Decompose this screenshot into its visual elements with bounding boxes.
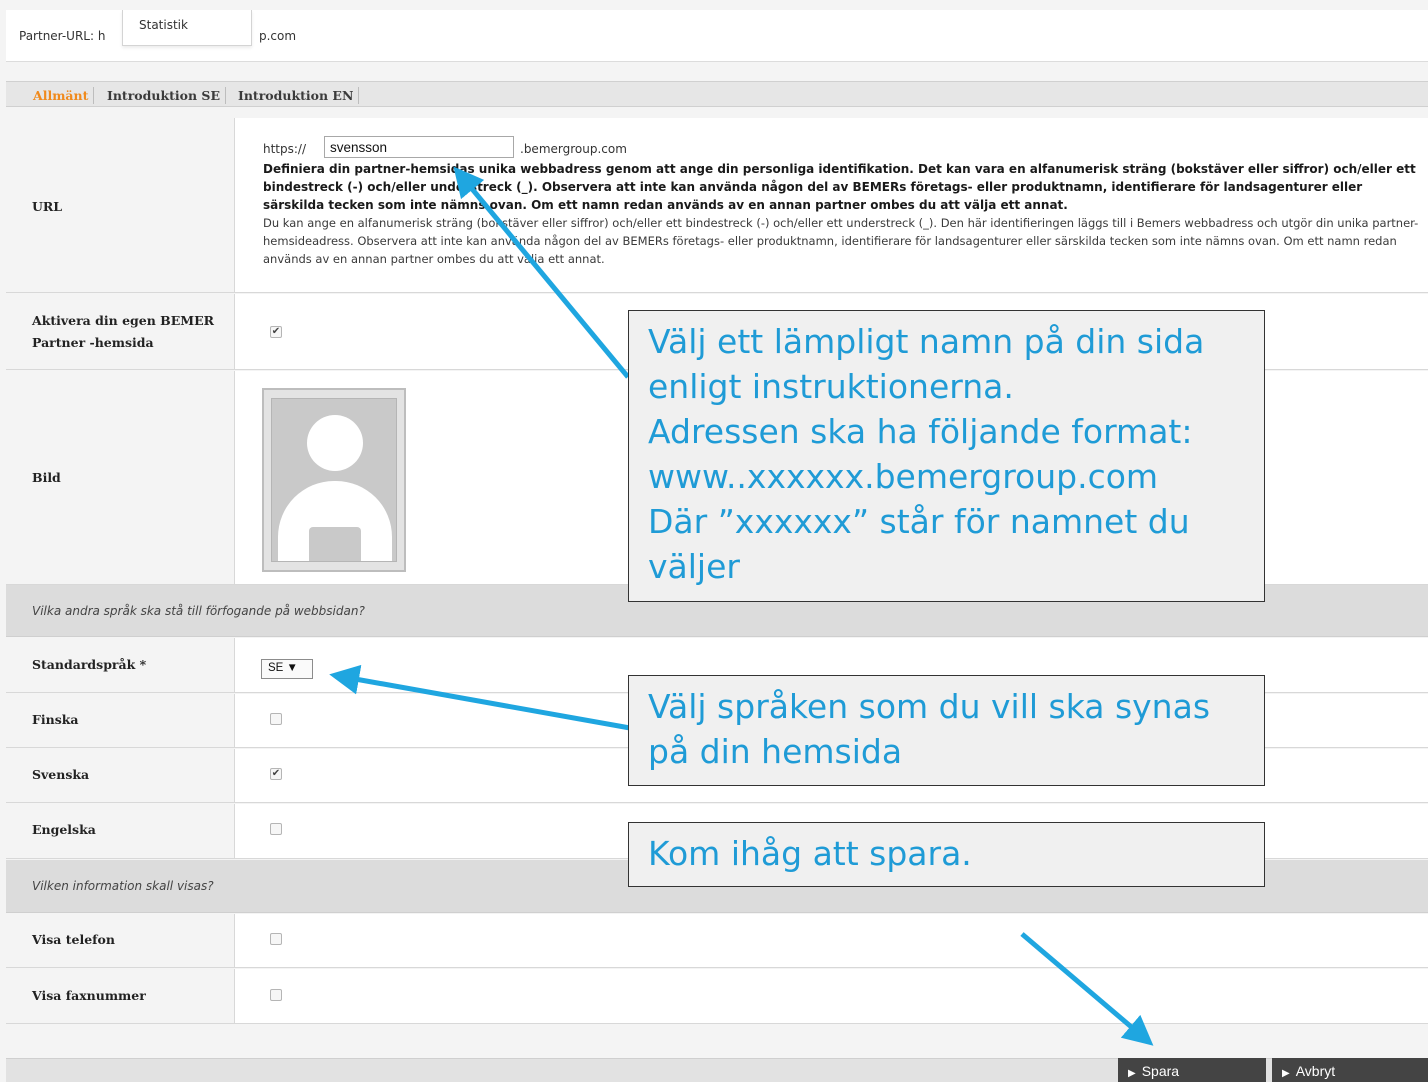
tab-introduktion-se[interactable]: Introduktion SE [102,87,226,104]
callout-url-instructions: Välj ett lämpligt namn på din sida enlig… [628,310,1265,602]
show-fax-row: Visa faxnummer [6,969,1428,1024]
show-phone-checkbox[interactable] [270,933,282,945]
save-button[interactable]: ▶ Spara [1118,1058,1266,1082]
partner-url: Partner-URL: h p.com [19,29,296,43]
url-identifier-input[interactable] [324,136,514,158]
show-fax-checkbox[interactable] [270,989,282,1001]
partner-url-suffix: p.com [259,29,297,43]
svenska-label: Svenska [32,767,90,782]
tab-allmant[interactable]: Allmänt [28,87,95,104]
activate-label: Aktivera din egen BEMER Partner -hemsida [32,313,214,350]
engelska-checkbox[interactable] [270,823,282,835]
url-label: URL [32,199,63,214]
cancel-button[interactable]: ▶ Avbryt [1272,1058,1428,1082]
statistik-menu-item[interactable]: Statistik [122,10,252,46]
show-fax-label: Visa faxnummer [32,988,146,1003]
play-icon: ▶ [1282,1068,1290,1079]
top-bar: Partner-URL: h p.com Statistik [6,10,1428,62]
url-prefix: https:// [263,142,307,156]
url-description: Du kan ange en alfanumerisk sträng (boks… [263,216,1419,266]
activate-checkbox[interactable]: ✔ [270,326,282,338]
finska-label: Finska [32,712,79,727]
callout-languages: Välj språken som du vill ska synas på di… [628,675,1265,786]
finska-checkbox[interactable] [270,713,282,725]
avatar-placeholder[interactable] [262,388,406,572]
languages-section-title: Vilka andra språk ska stå till förfogand… [32,604,365,618]
url-description-bold: Definiera din partner-hemsidas unika web… [263,162,1416,212]
show-phone-label: Visa telefon [32,932,115,947]
tab-introduktion-en[interactable]: Introduktion EN [233,87,360,104]
url-suffix: .bemergroup.com [520,142,627,156]
url-block: https:// .bemergroup.com Definiera din p… [263,136,1423,268]
callout-save: Kom ihåg att spara. [628,822,1265,887]
show-phone-row: Visa telefon [6,914,1428,968]
engelska-label: Engelska [32,822,96,837]
url-row: URL https:// .bemergroup.com Definiera d… [6,118,1428,293]
default-language-label: Standardspråk * [32,657,147,672]
partner-url-prefix: Partner-URL: h [19,29,106,43]
info-section-title: Vilken information skall visas? [32,879,214,893]
image-label: Bild [32,470,61,485]
svenska-checkbox[interactable]: ✔ [270,768,282,780]
play-icon: ▶ [1128,1068,1136,1079]
tab-strip: Allmänt Introduktion SE Introduktion EN [6,81,1428,107]
default-language-select[interactable]: SE ▼ [261,659,313,679]
